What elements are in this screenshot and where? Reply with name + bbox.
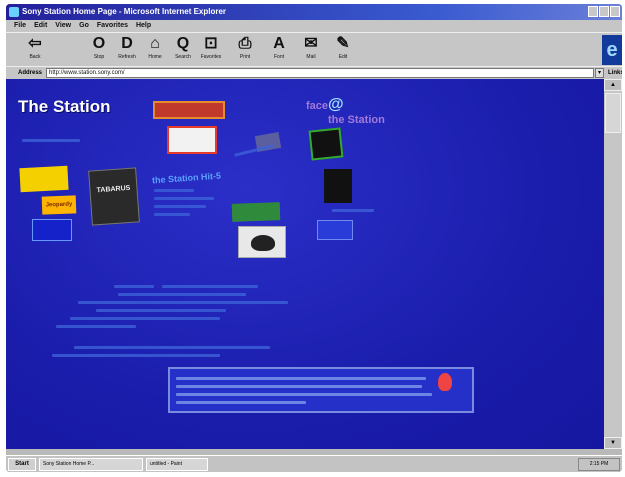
blurred-text — [22, 139, 80, 142]
search-button[interactable]: Q Search — [172, 35, 194, 65]
browser-icon — [9, 7, 19, 17]
chat-logo[interactable]: face@ the Station — [306, 96, 385, 126]
back-button[interactable]: ⇦ Back — [24, 35, 46, 65]
game-banner-tabarus[interactable]: TABARUS — [88, 167, 140, 226]
game-banner-blue[interactable] — [32, 219, 72, 241]
favorites-icon: ⊡ — [204, 35, 218, 52]
scroll-thumb[interactable] — [605, 93, 621, 133]
promo-photo[interactable] — [238, 226, 286, 258]
print-button[interactable]: ⎙ Print — [234, 35, 256, 65]
blurred-text — [96, 309, 226, 312]
toolbar: ⇦ Back O Stop D Refresh ⌂ Home Q Search … — [6, 32, 622, 67]
taskbar-clock: 2:15 PM — [578, 458, 620, 471]
favorites-button[interactable]: ⊡ Favorites — [200, 35, 222, 65]
blurred-text — [234, 144, 274, 157]
window-title: Sony Station Home Page - Microsoft Inter… — [22, 7, 227, 16]
featured-panel[interactable] — [168, 367, 474, 413]
blurred-text — [70, 317, 220, 320]
search-icon: Q — [176, 35, 190, 52]
mail-button[interactable]: ✉ Mail — [300, 35, 322, 65]
vertical-scrollbar[interactable]: ▲ ▼ — [604, 79, 622, 449]
taskbar-item-paint[interactable]: untitled - Paint — [146, 458, 208, 471]
address-label: Address — [18, 70, 43, 76]
menu-help[interactable]: Help — [136, 20, 151, 32]
blurred-text — [78, 301, 288, 304]
maximize-button[interactable] — [599, 6, 609, 17]
promo-banner-black[interactable] — [324, 169, 352, 203]
blurred-text — [154, 189, 194, 192]
title-bar: Sony Station Home Page - Microsoft Inter… — [6, 4, 622, 20]
menu-favorites[interactable]: Favorites — [97, 20, 128, 32]
blurred-text — [74, 346, 270, 349]
menu-go[interactable]: Go — [79, 20, 89, 32]
stop-button[interactable]: O Stop — [88, 35, 110, 65]
start-button[interactable]: Start — [8, 458, 36, 471]
blurred-text — [154, 213, 190, 216]
mail-icon: ✉ — [304, 35, 318, 52]
ie-logo-icon: e — [602, 35, 622, 65]
address-input[interactable]: http://www.station.sony.com/ — [46, 68, 594, 78]
taskbar-item-browser[interactable]: Sony Station Home P... — [39, 458, 143, 471]
font-icon: A — [273, 35, 285, 52]
promo-banner-dark[interactable] — [308, 127, 344, 161]
menu-file[interactable]: File — [14, 20, 26, 32]
promo-button-blue[interactable] — [317, 220, 353, 240]
blurred-text — [154, 205, 206, 208]
scroll-down-button[interactable]: ▼ — [604, 437, 622, 449]
font-button[interactable]: A Font — [268, 35, 290, 65]
game-banner-jeopardy[interactable]: Jeopardy — [41, 195, 77, 215]
menu-bar: File Edit View Go Favorites Help — [6, 20, 622, 32]
scroll-up-button[interactable]: ▲ — [604, 79, 622, 91]
minimize-button[interactable] — [588, 6, 598, 17]
links-label[interactable]: Links — [608, 67, 622, 79]
screen: Sony Station Home Page - Microsoft Inter… — [6, 4, 622, 472]
headline[interactable]: the Station Hit-5 — [152, 171, 222, 186]
edit-icon: ✎ — [336, 35, 350, 52]
home-button[interactable]: ⌂ Home — [144, 35, 166, 65]
back-icon: ⇦ — [28, 35, 42, 52]
blurred-text — [118, 293, 246, 296]
blurred-text — [162, 285, 258, 288]
promo-banner-white[interactable] — [167, 126, 217, 154]
page-content: The Station face@ the Station TABARUS Je… — [6, 79, 604, 449]
edit-button[interactable]: ✎ Edit — [332, 35, 354, 65]
mascot-icon — [438, 373, 452, 391]
blurred-text — [52, 354, 220, 357]
taskbar: Start Sony Station Home P... untitled - … — [6, 455, 622, 472]
stop-icon: O — [92, 35, 106, 52]
home-icon: ⌂ — [150, 35, 160, 52]
game-banner-yellow[interactable] — [19, 165, 69, 193]
promo-banner-orange[interactable] — [153, 101, 225, 119]
menu-edit[interactable]: Edit — [34, 20, 47, 32]
promo-banner-green[interactable] — [231, 202, 281, 222]
window-controls — [588, 6, 620, 17]
close-button[interactable] — [610, 6, 620, 17]
blurred-text — [332, 209, 374, 212]
address-bar: Address http://www.station.sony.com/ ▾ L… — [6, 66, 622, 79]
address-dropdown-button[interactable]: ▾ — [595, 68, 604, 78]
blurred-text — [56, 325, 136, 328]
menu-view[interactable]: View — [55, 20, 71, 32]
blurred-text — [114, 285, 154, 288]
site-logo[interactable]: The Station — [18, 97, 111, 117]
refresh-icon: D — [121, 35, 133, 52]
refresh-button[interactable]: D Refresh — [116, 35, 138, 65]
blurred-text — [154, 197, 214, 200]
print-icon: ⎙ — [238, 35, 252, 52]
